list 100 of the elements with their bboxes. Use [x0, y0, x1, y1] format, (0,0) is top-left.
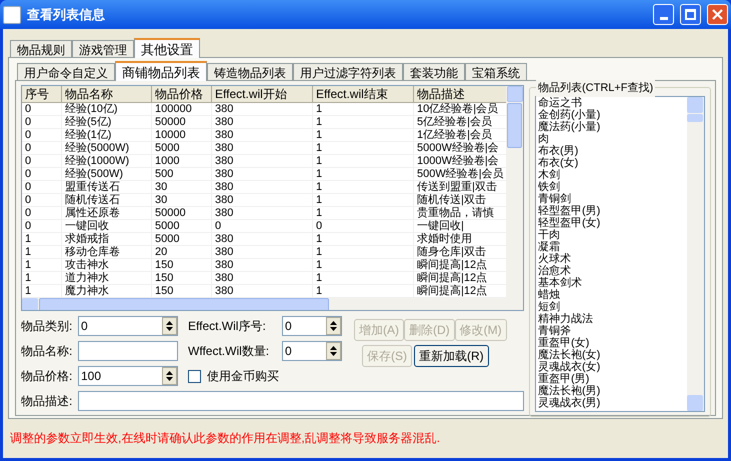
list-item[interactable]: 木剑: [538, 169, 687, 181]
tab[interactable]: 物品规则: [10, 40, 72, 57]
action-button[interactable]: 重新加载(R): [414, 345, 489, 367]
column-header[interactable]: Effect.wil结束: [313, 86, 414, 103]
list-item[interactable]: 短剑: [538, 301, 687, 313]
table-cell: 380: [212, 246, 313, 258]
table-cell: 1: [313, 246, 414, 258]
list-item[interactable]: 治愈术: [538, 265, 687, 277]
table-cell: 380: [212, 194, 313, 206]
table-cell: 380: [212, 233, 313, 245]
table-cell: 1: [313, 181, 414, 193]
column-header[interactable]: Effect.wil开始: [212, 86, 313, 103]
table-cell: 道力神水: [62, 272, 152, 284]
tab[interactable]: 游戏管理: [72, 40, 134, 57]
field-label: 物品价格:: [21, 368, 74, 385]
up-arrow-icon[interactable]: [166, 321, 173, 325]
tab[interactable]: 商铺物品列表: [115, 61, 207, 81]
table-cell: 0: [22, 220, 62, 232]
list-item[interactable]: 布衣(女): [538, 157, 687, 169]
down-arrow-icon[interactable]: [166, 327, 173, 331]
list-item[interactable]: 轻型盔甲(男): [538, 205, 687, 217]
up-arrow-icon[interactable]: [330, 321, 337, 325]
tab[interactable]: 套装功能: [403, 63, 465, 80]
tab[interactable]: 铸造物品列表: [207, 63, 293, 80]
close-icon: [712, 9, 723, 20]
column-header[interactable]: 物品价格: [152, 86, 212, 103]
list-item[interactable]: 干肉: [538, 229, 687, 241]
tab[interactable]: 宝箱系统: [465, 63, 527, 80]
down-arrow-icon[interactable]: [330, 352, 337, 356]
list-item[interactable]: 灵魂战衣(女): [538, 361, 687, 373]
table-cell: 20: [152, 246, 212, 258]
table-cell: 380: [212, 142, 313, 154]
list-item[interactable]: 重盔甲(女): [538, 337, 687, 349]
close-button[interactable]: [707, 4, 728, 25]
list-item[interactable]: 精神力战法: [538, 313, 687, 325]
table-cell: 经验(500W): [62, 168, 152, 180]
table-cell: 魔力神水: [62, 285, 152, 297]
table-cell: 150: [152, 272, 212, 284]
list-item[interactable]: 青铜斧: [538, 325, 687, 337]
tab[interactable]: 用户过滤字符列表: [293, 63, 403, 80]
list-item[interactable]: 肉: [538, 133, 687, 145]
table-cell: 1: [313, 233, 414, 245]
table-cell: 5000: [152, 142, 212, 154]
vertical-scrollbar[interactable]: [506, 86, 523, 298]
text-field[interactable]: [78, 341, 178, 361]
tab[interactable]: 用户命令自定义: [17, 63, 115, 80]
down-arrow-icon[interactable]: [330, 327, 337, 331]
up-arrow-icon[interactable]: [330, 346, 337, 350]
table-cell: 0: [22, 103, 62, 115]
list-item[interactable]: 铁剑: [538, 181, 687, 193]
table-cell: 100000: [152, 103, 212, 115]
minimize-button[interactable]: [653, 4, 674, 25]
list-item[interactable]: 金创药(小量): [538, 109, 687, 121]
table-cell: 1: [313, 194, 414, 206]
list-item[interactable]: 魔法长袍(女): [538, 349, 687, 361]
horizontal-scrollbar[interactable]: [22, 298, 523, 310]
table-cell: 1: [313, 155, 414, 167]
list-item[interactable]: 布衣(男): [538, 145, 687, 157]
list-item[interactable]: 轻型盔甲(女): [538, 217, 687, 229]
spin-field[interactable]: 0: [282, 341, 342, 361]
table-cell: 380: [212, 181, 313, 193]
tab[interactable]: 其他设置: [134, 38, 200, 58]
spin-field[interactable]: 0: [282, 316, 342, 336]
table-cell: 经验(5000W): [62, 142, 152, 154]
table-cell: 5000: [152, 220, 212, 232]
maximize-button[interactable]: [680, 4, 701, 25]
window-title: 查看列表信息: [27, 6, 105, 24]
list-item[interactable]: 魔法长袍(男): [538, 385, 687, 397]
table-cell: 1: [313, 168, 414, 180]
table-cell: 0: [22, 207, 62, 219]
table-cell: 380: [212, 129, 313, 141]
table-cell: 500: [152, 168, 212, 180]
table-cell: 0: [22, 116, 62, 128]
table-cell: 0: [22, 181, 62, 193]
table-cell: 30: [152, 181, 212, 193]
app-icon: [3, 6, 21, 24]
field-label: Effect.Wil序号:: [188, 318, 267, 335]
list-item[interactable]: 火球术: [538, 253, 687, 265]
up-arrow-icon[interactable]: [166, 371, 173, 375]
column-header[interactable]: 序号: [22, 86, 62, 103]
table-cell: 移动仓库卷: [62, 246, 152, 258]
field-label: 物品描述:: [21, 393, 74, 410]
spin-field[interactable]: 0: [78, 316, 178, 336]
list-item[interactable]: 重盔甲(男): [538, 373, 687, 385]
list-item[interactable]: 魔法药(小量): [538, 121, 687, 133]
spin-field[interactable]: 100: [78, 366, 178, 386]
text-field[interactable]: [78, 391, 524, 411]
list-item[interactable]: 灵魂战衣(男): [538, 397, 687, 409]
list-item[interactable]: 青铜剑: [538, 193, 687, 205]
table-cell: 380: [212, 259, 313, 271]
column-header[interactable]: 物品名称: [62, 86, 152, 103]
list-item[interactable]: 命运之书: [538, 97, 687, 109]
checkbox[interactable]: 使用金币购买: [188, 367, 279, 385]
list-item[interactable]: 凝霜: [538, 241, 687, 253]
list-item[interactable]: 蜡烛: [538, 289, 687, 301]
table-cell: 380: [212, 207, 313, 219]
down-arrow-icon[interactable]: [166, 377, 173, 381]
vertical-scrollbar[interactable]: [687, 97, 704, 411]
list-item[interactable]: 基本剑术: [538, 277, 687, 289]
table-cell: 0: [22, 168, 62, 180]
